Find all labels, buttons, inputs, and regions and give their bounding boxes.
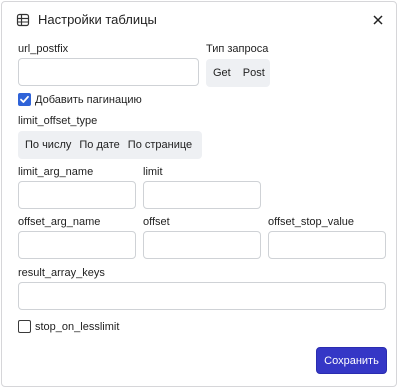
request-type-get[interactable]: Get (210, 66, 234, 80)
result-array-keys-label: result_array_keys (18, 267, 105, 279)
result-array-keys-input[interactable] (18, 282, 386, 310)
url-postfix-label: url_postfix (18, 43, 69, 55)
request-type-label: Тип запроса (206, 43, 269, 55)
offset-arg-name-label: offset_arg_name (18, 216, 101, 228)
limit-offset-type-number[interactable]: По числу (22, 138, 74, 152)
offset-stop-value-label: offset_stop_value (268, 216, 355, 228)
offset-stop-value-input[interactable] (268, 231, 386, 259)
close-icon[interactable] (370, 12, 386, 28)
limit-offset-type-segmented: По числу По дате По странице (18, 131, 202, 159)
limit-arg-name-label: limit_arg_name (18, 166, 94, 178)
request-type-segmented: Get Post (206, 59, 270, 87)
table-icon (16, 13, 30, 27)
stop-on-lesslimit-checkbox[interactable] (18, 320, 31, 333)
offset-label: offset (143, 216, 170, 228)
limit-offset-type-page[interactable]: По странице (125, 138, 195, 152)
dialog-header: Настройки таблицы (2, 2, 396, 38)
pagination-checkbox[interactable] (18, 93, 31, 106)
limit-offset-type-label: limit_offset_type (18, 115, 98, 127)
pagination-label: Добавить пагинацию (35, 94, 142, 106)
table-settings-dialog: Настройки таблицы url_postfix Тип запрос… (1, 1, 397, 387)
offset-input[interactable] (143, 231, 261, 259)
limit-input[interactable] (143, 181, 261, 209)
limit-offset-type-date[interactable]: По дате (76, 138, 122, 152)
request-type-post[interactable]: Post (240, 66, 268, 80)
limit-arg-name-input[interactable] (18, 181, 136, 209)
save-button[interactable]: Сохранить (316, 347, 387, 374)
stop-on-lesslimit-label: stop_on_lesslimit (35, 321, 120, 333)
limit-label: limit (143, 166, 163, 178)
offset-arg-name-input[interactable] (18, 231, 136, 259)
dialog-title: Настройки таблицы (38, 12, 157, 27)
url-postfix-input[interactable] (18, 58, 199, 86)
